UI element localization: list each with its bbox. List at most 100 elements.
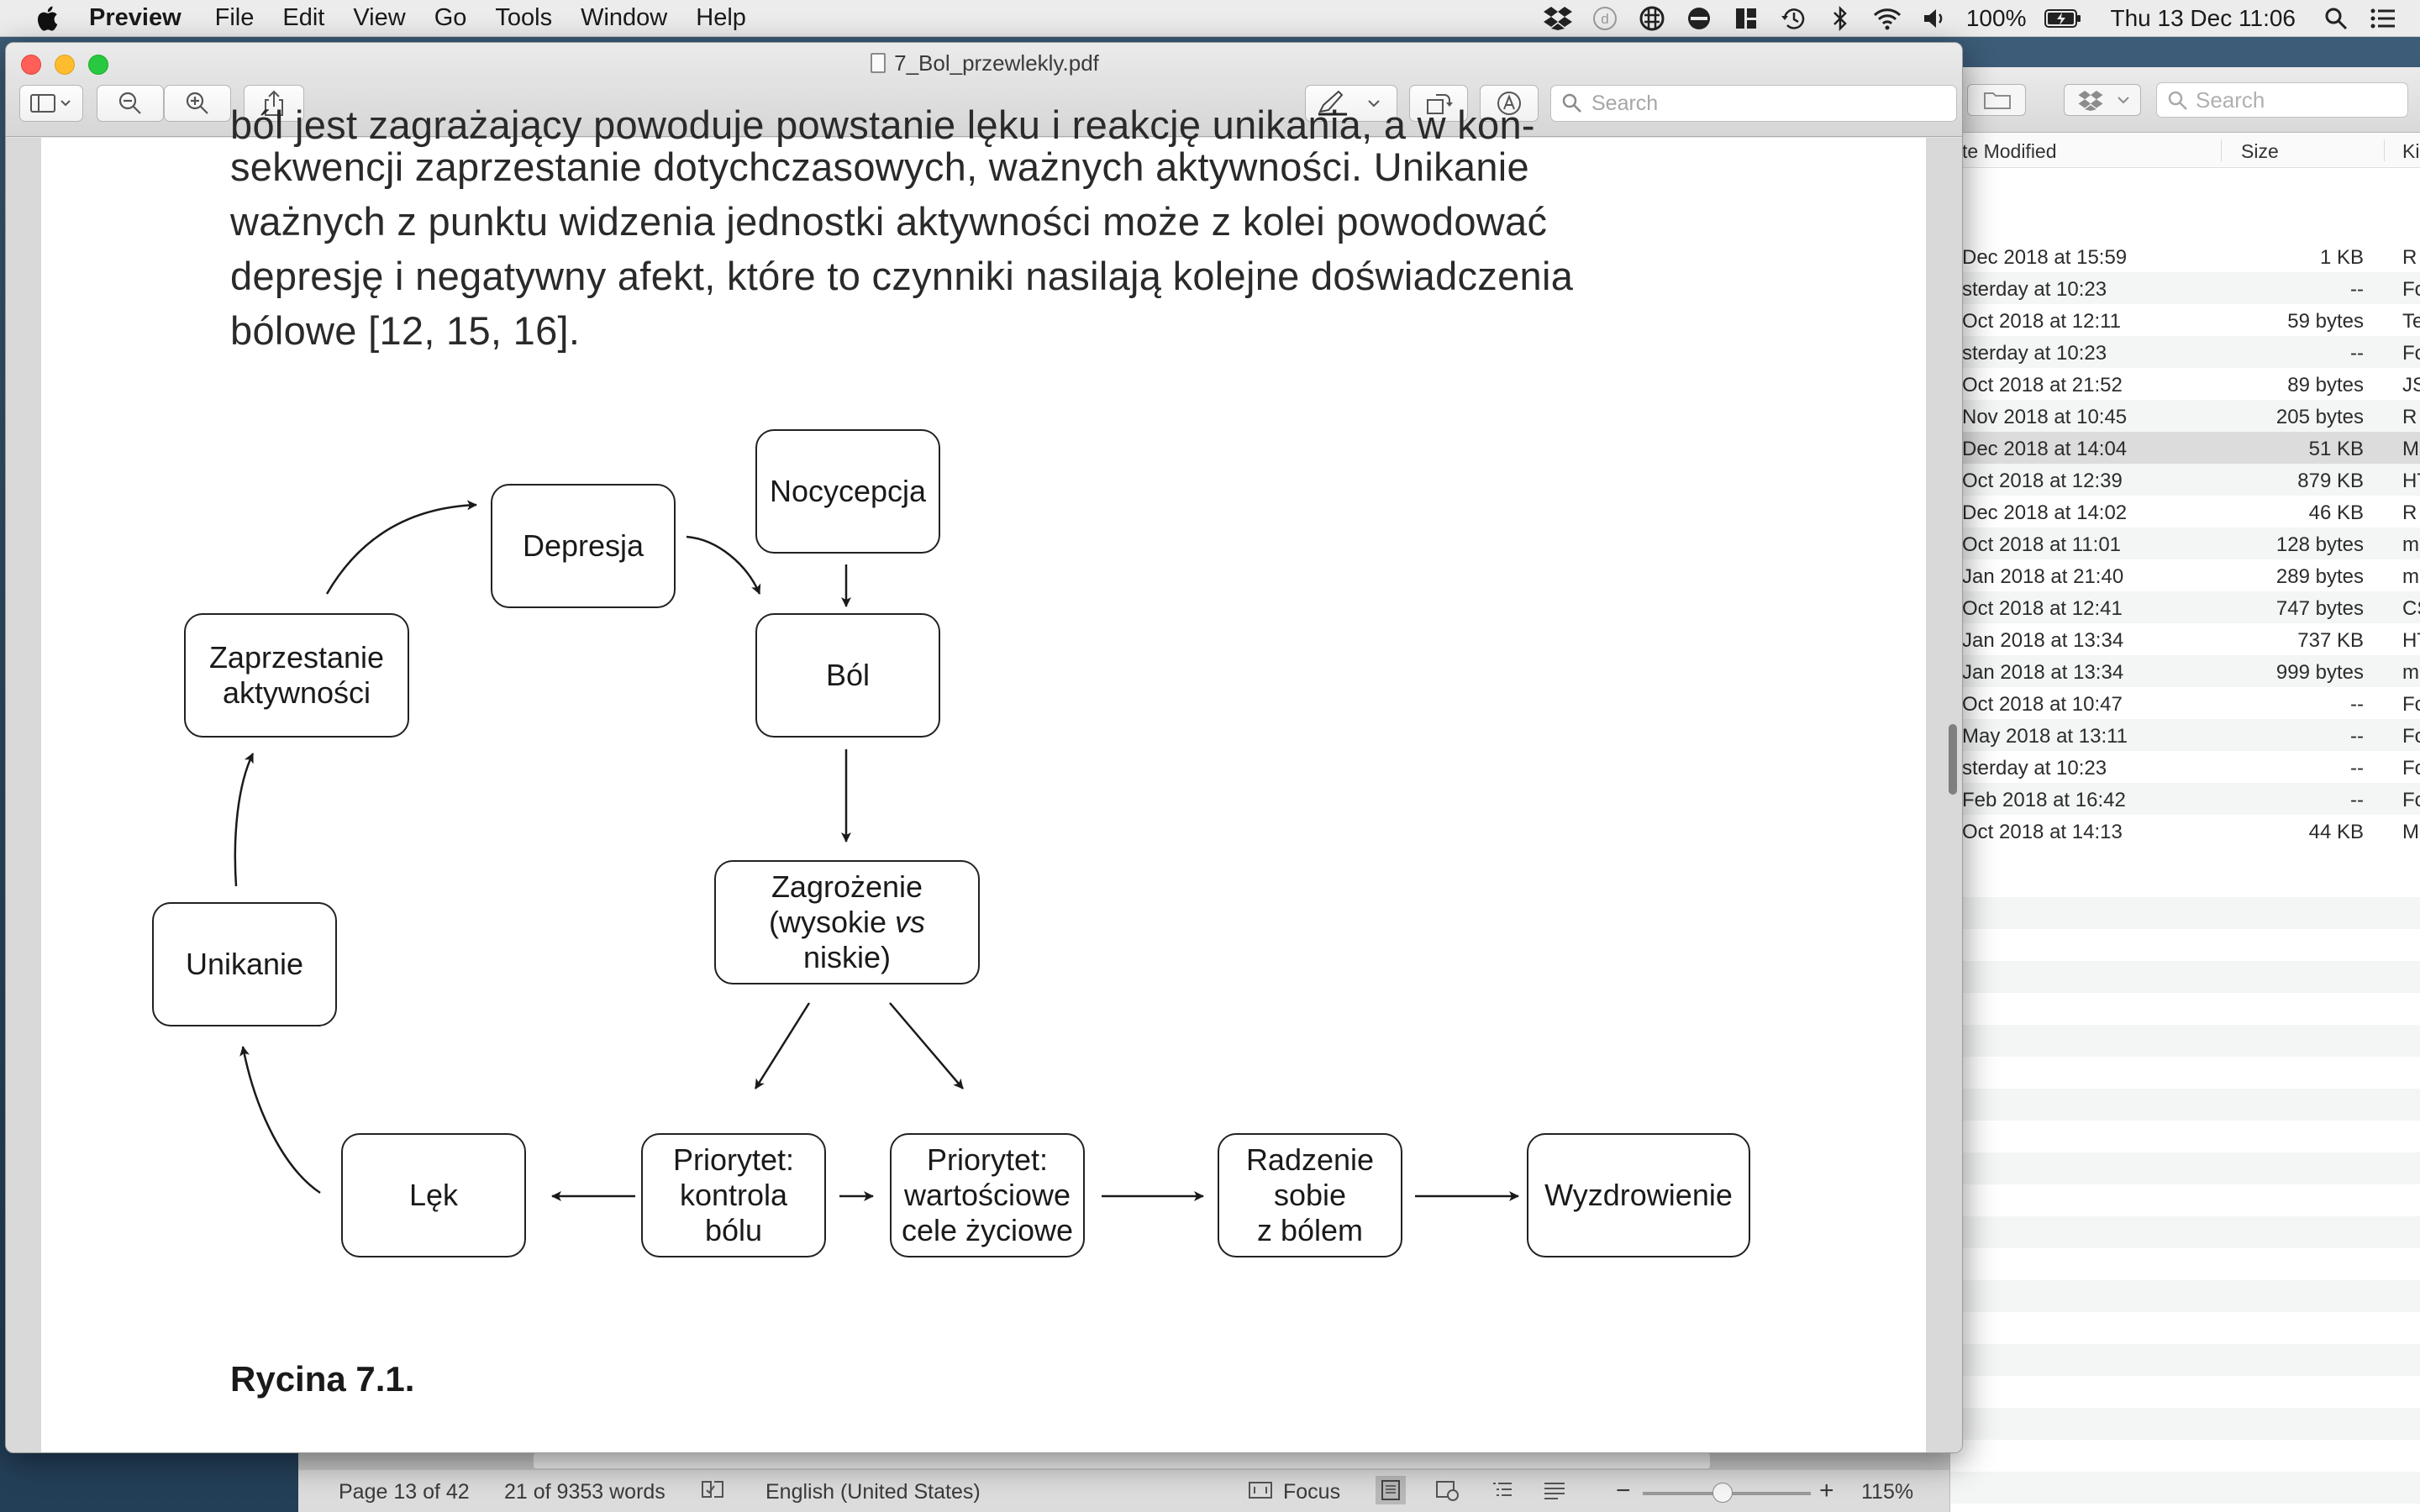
record-icon[interactable] xyxy=(1684,6,1714,31)
zoom-out-button[interactable]: − xyxy=(1616,1477,1631,1505)
node-priorytet-kontrola-bolu: Priorytet: kontrola bólu xyxy=(641,1133,826,1257)
file-row[interactable]: Dec 2018 at 14:02 46 KB R xyxy=(1950,496,2420,528)
clock[interactable]: Thu 13 Dec 11:06 xyxy=(2110,5,2296,32)
print-layout-icon[interactable] xyxy=(1376,1476,1406,1504)
word-horizontal-scrollbar[interactable] xyxy=(298,1452,1949,1470)
body-line: bólowe [12, 15, 16]. xyxy=(230,308,581,353)
menu-file[interactable]: File xyxy=(215,4,255,32)
figure-caption: Rycina 7.1. xyxy=(230,1359,415,1399)
zoom-percentage[interactable]: 115% xyxy=(1861,1480,1913,1504)
node-zaprzestanie-aktywnosci: Zaprzestanie aktywności xyxy=(184,613,409,738)
menu-window[interactable]: Window xyxy=(581,4,667,32)
arrow-lek-unikanie xyxy=(239,1046,321,1194)
focus-icon[interactable] xyxy=(1248,1478,1273,1502)
file-row-selected[interactable]: Dec 2018 at 14:0451 KBMi xyxy=(1950,432,2420,464)
apple-menu-icon[interactable] xyxy=(34,3,64,34)
dropbox-icon[interactable] xyxy=(1543,6,1573,31)
spotlight-search-icon[interactable] xyxy=(2321,6,2351,31)
pdf-page: ból jest zagrażający powoduje powstanie … xyxy=(41,102,1926,1452)
file-row[interactable]: sterday at 10:23--Fo xyxy=(1950,336,2420,368)
body-line: depresję i negatywny afekt, które to czy… xyxy=(230,254,1574,298)
file-row[interactable]: Jan 2018 at 13:34999 bytesma xyxy=(1950,655,2420,687)
file-row[interactable]: Oct 2018 at 10:47--Fo xyxy=(1950,687,2420,719)
file-row[interactable]: sterday at 10:23--Fo xyxy=(1950,272,2420,304)
menu-go[interactable]: Go xyxy=(434,4,467,32)
column-date-modified[interactable]: te Modified xyxy=(1962,140,2057,163)
time-machine-icon[interactable] xyxy=(1778,6,1808,31)
sidebar-toggle-button[interactable] xyxy=(19,85,83,122)
file-row[interactable]: Jan 2018 at 13:34737 KBHT xyxy=(1950,623,2420,655)
file-row[interactable]: Oct 2018 at 21:52 89 bytes JS xyxy=(1950,368,2420,400)
language-indicator[interactable]: English (United States) xyxy=(765,1480,981,1504)
arrow-unikanie-zaprzestanie xyxy=(234,753,255,887)
file-row[interactable]: Oct 2018 at 11:01128 bytesma xyxy=(1950,528,2420,559)
finder-toolbar: Search xyxy=(1950,67,2420,133)
preview-vertical-scrollbar[interactable] xyxy=(1949,724,1957,795)
word-count[interactable]: 21 of 9353 words xyxy=(504,1480,666,1504)
d-status-icon[interactable]: d xyxy=(1590,6,1620,31)
file-row[interactable]: Oct 2018 at 14:1344 KBMi xyxy=(1950,815,2420,847)
arrow-zaprzestanie-depresja xyxy=(325,500,477,595)
node-unikanie: Unikanie xyxy=(152,902,337,1026)
finder-search-placeholder: Search xyxy=(2196,87,2265,113)
preview-window: 7_Bol_przewlekly.pdf Search ból jest zag… xyxy=(5,42,1963,1453)
page-count[interactable]: Page 13 of 42 xyxy=(339,1480,470,1504)
window-title-text: 7_Bol_przewlekly.pdf xyxy=(894,50,1099,76)
bluetooth-icon[interactable] xyxy=(1825,6,1855,31)
arrow-depresja-bol xyxy=(686,535,761,595)
menu-help[interactable]: Help xyxy=(696,4,746,32)
file-row[interactable]: Feb 2018 at 16:42--Fo xyxy=(1950,783,2420,815)
document-viewport[interactable]: ból jest zagrażający powoduje powstanie … xyxy=(6,102,1962,1452)
menu-edit[interactable]: Edit xyxy=(282,4,324,32)
menu-tools[interactable]: Tools xyxy=(495,4,552,32)
body-line: sekwencji zaprzestanie dotychczasowych, … xyxy=(230,144,1529,189)
zoom-in-icon xyxy=(186,92,208,114)
column-size[interactable]: Size xyxy=(2241,140,2279,163)
file-row[interactable]: Oct 2018 at 12:39879 KBHT xyxy=(1950,464,2420,496)
magnet-icon[interactable] xyxy=(1731,6,1761,31)
arrow-zagrozenie-priorytet-kontrola xyxy=(754,1002,811,1089)
finder-window: Search te Modified Size Ki Dec 2018 at 1… xyxy=(1949,67,2420,1512)
node-lek: Lęk xyxy=(341,1133,526,1257)
file-row[interactable]: Nov 2018 at 10:45 205 bytes R xyxy=(1950,400,2420,432)
notification-center-icon[interactable] xyxy=(2368,6,2398,31)
battery-charging-icon[interactable] xyxy=(2044,6,2081,31)
finder-column-headers: te Modified Size Ki xyxy=(1950,133,2420,168)
pdf-document-icon xyxy=(871,53,886,73)
creative-cloud-icon[interactable] xyxy=(1637,6,1667,31)
body-paragraph: sekwencji zaprzestanie dotychczasowych, … xyxy=(230,139,1726,358)
menu-bar: Preview File Edit View Go Tools Window H… xyxy=(0,0,2420,37)
file-row[interactable]: Dec 2018 at 15:59 1 KB R xyxy=(1950,240,2420,272)
zoom-out-icon xyxy=(118,92,141,114)
zoom-in-button[interactable] xyxy=(164,85,231,122)
volume-icon[interactable] xyxy=(1919,6,1949,31)
body-line: ważnych z punktu widzenia jednostki akty… xyxy=(230,199,1548,244)
svg-text:d: d xyxy=(1601,11,1608,27)
file-row[interactable]: sterday at 10:23--Fo xyxy=(1950,751,2420,783)
menu-app-name[interactable]: Preview xyxy=(89,4,182,32)
finder-empty-rows xyxy=(1950,865,2420,1512)
draft-view-icon[interactable] xyxy=(1542,1478,1567,1502)
finder-file-list: Dec 2018 at 15:59 1 KB R sterday at 10:23-… xyxy=(1950,240,2420,847)
new-folder-button[interactable] xyxy=(1967,84,2026,116)
proofing-icon[interactable] xyxy=(700,1478,725,1502)
web-layout-icon[interactable] xyxy=(1434,1478,1460,1502)
zoom-slider-knob[interactable] xyxy=(1712,1483,1733,1503)
focus-button[interactable]: Focus xyxy=(1283,1480,1340,1504)
node-bol: Ból xyxy=(755,613,940,738)
file-row[interactable]: Oct 2018 at 12:11 59 bytes Te xyxy=(1950,304,2420,336)
file-row[interactable]: Jan 2018 at 21:40289 bytesma xyxy=(1950,559,2420,591)
node-depresja: Depresja xyxy=(491,484,676,608)
zoom-in-button[interactable]: + xyxy=(1819,1477,1834,1505)
wifi-icon[interactable] xyxy=(1872,6,1902,31)
outline-view-icon[interactable] xyxy=(1490,1478,1515,1502)
zoom-out-button[interactable] xyxy=(97,85,164,122)
column-kind[interactable]: Ki xyxy=(2402,140,2419,163)
file-row[interactable]: Oct 2018 at 12:41747 bytesCS xyxy=(1950,591,2420,623)
menu-view[interactable]: View xyxy=(353,4,405,32)
file-row[interactable]: May 2018 at 13:11--Fo xyxy=(1950,719,2420,751)
dropbox-menu-button[interactable] xyxy=(2064,84,2141,116)
node-zagrozenie: Zagrożenie (wysokie vs niskie) xyxy=(714,860,980,984)
node-radzenie-sobie-z-bolem: Radzenie sobie z bólem xyxy=(1218,1133,1402,1257)
finder-search-field[interactable]: Search xyxy=(2156,82,2408,118)
